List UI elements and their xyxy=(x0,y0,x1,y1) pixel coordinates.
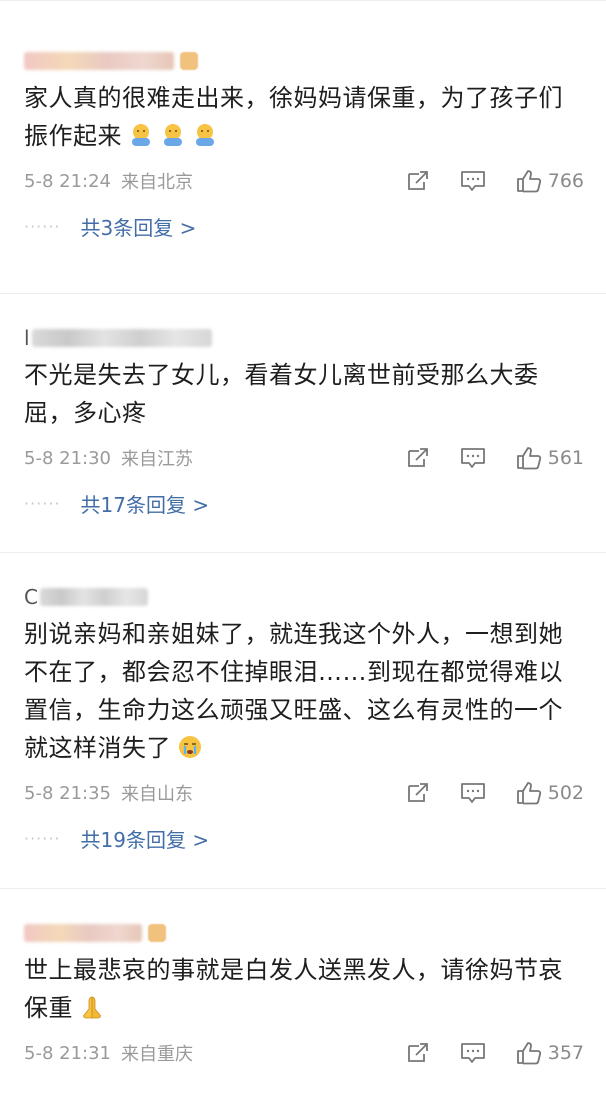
comment-meta: 5-8 21:35 来自山东 502 xyxy=(24,775,584,811)
thumbs-up-icon xyxy=(516,782,541,805)
reply-button[interactable] xyxy=(460,1041,486,1065)
dots-divider: ······ xyxy=(24,216,61,236)
dots-divider: ······ xyxy=(24,493,61,513)
reply-button[interactable] xyxy=(460,446,486,470)
comment-item: l 不光是失去了女儿，看着女儿离世前受那么大委屈，多心疼 5-8 21:30 来… xyxy=(0,324,606,553)
comment-icon xyxy=(460,1043,485,1063)
comment-time: 5-8 21:31 xyxy=(24,1042,111,1064)
reply-button[interactable] xyxy=(460,781,486,805)
comment-item: 家人真的很难走出来，徐妈妈请保重，为了孩子们振作起来 5-8 21:24 来自北… xyxy=(0,47,606,294)
blurred-username xyxy=(31,329,212,347)
username-initial: l xyxy=(24,326,30,350)
comment-text-content: 不光是失去了女儿，看着女儿离世前受那么大委屈，多心疼 xyxy=(24,361,539,427)
like-count: 766 xyxy=(547,170,584,192)
comment-meta: 5-8 21:31 来自重庆 357 xyxy=(24,1035,584,1071)
user-badge-icon xyxy=(148,924,166,942)
share-button[interactable] xyxy=(406,1042,430,1064)
comment-text: 家人真的很难走出来，徐妈妈请保重，为了孩子们振作起来 xyxy=(24,79,584,155)
share-icon xyxy=(407,448,428,467)
comment-location: 来自北京 xyxy=(121,172,193,193)
like-button[interactable]: 357 xyxy=(516,1041,584,1065)
comment-text-content: 家人真的很难走出来，徐妈妈请保重，为了孩子们振作起来 xyxy=(24,84,563,150)
like-button[interactable]: 561 xyxy=(516,446,584,470)
comment-time: 5-8 21:35 xyxy=(24,782,111,804)
username[interactable] xyxy=(24,47,584,75)
comment-icon xyxy=(460,448,485,468)
blurred-username xyxy=(24,924,142,942)
hug-emoji-icon xyxy=(196,124,214,146)
username-initial: C xyxy=(24,585,38,609)
share-icon xyxy=(407,1043,428,1062)
comment-location: 来自山东 xyxy=(121,784,193,805)
like-button[interactable]: 502 xyxy=(516,781,584,805)
comment-time: 5-8 21:24 xyxy=(24,170,111,192)
crying-emoji-icon xyxy=(179,736,201,758)
comment-actions: 561 xyxy=(376,446,584,470)
blurred-username xyxy=(24,52,174,70)
view-replies[interactable]: ······ 共3条回复 > xyxy=(24,203,584,249)
pray-emoji-icon xyxy=(83,996,101,1019)
comment-location: 来自江苏 xyxy=(121,449,193,470)
comment-icon xyxy=(460,783,485,803)
comment-text: 别说亲妈和亲姐妹了，就连我这个外人，一想到她不在了，都会忍不住掉眼泪……到现在都… xyxy=(24,615,584,767)
comment-actions: 766 xyxy=(376,169,584,193)
reply-button[interactable] xyxy=(460,169,486,193)
like-button[interactable]: 766 xyxy=(516,169,584,193)
comment-actions: 357 xyxy=(376,1041,584,1065)
comment-item: 世上最悲哀的事就是白发人送黑发人，请徐妈节哀保重 5-8 21:31 来自重庆 … xyxy=(0,919,606,1104)
share-button[interactable] xyxy=(406,447,430,469)
comment-meta: 5-8 21:30 来自江苏 561 xyxy=(24,440,584,476)
view-replies-link[interactable]: 共3条回复 > xyxy=(81,212,197,241)
view-replies[interactable]: ······ 共19条回复 > xyxy=(24,815,584,861)
comment-time: 5-8 21:30 xyxy=(24,447,111,469)
share-icon xyxy=(407,171,428,190)
blurred-username xyxy=(39,588,148,606)
view-replies-link[interactable]: 共17条回复 > xyxy=(81,489,210,518)
comment-actions: 502 xyxy=(376,781,584,805)
comment-text: 世上最悲哀的事就是白发人送黑发人，请徐妈节哀保重 xyxy=(24,951,584,1027)
view-replies-link[interactable]: 共19条回复 > xyxy=(81,824,210,853)
comment-meta: 5-8 21:24 来自北京 766 xyxy=(24,163,584,199)
like-count: 502 xyxy=(547,782,584,804)
share-icon xyxy=(407,783,428,802)
like-count: 357 xyxy=(547,1042,584,1064)
share-button[interactable] xyxy=(406,170,430,192)
hug-emoji-icon xyxy=(132,124,150,146)
comment-item: C 别说亲妈和亲姐妹了，就连我这个外人，一想到她不在了，都会忍不住掉眼泪……到现… xyxy=(0,583,606,889)
comment-icon xyxy=(460,171,485,191)
thumbs-up-icon xyxy=(516,170,541,193)
comment-text-content: 别说亲妈和亲姐妹了，就连我这个外人，一想到她不在了，都会忍不住掉眼泪……到现在都… xyxy=(24,620,563,762)
username[interactable]: C xyxy=(24,583,584,611)
username[interactable]: l xyxy=(24,324,584,352)
dots-divider: ······ xyxy=(24,828,61,848)
share-button[interactable] xyxy=(406,782,430,804)
top-divider xyxy=(0,0,606,15)
thumbs-up-icon xyxy=(516,1042,541,1065)
username[interactable] xyxy=(24,919,584,947)
like-count: 561 xyxy=(547,447,584,469)
hug-emoji-icon xyxy=(164,124,182,146)
comment-text: 不光是失去了女儿，看着女儿离世前受那么大委屈，多心疼 xyxy=(24,356,584,432)
view-replies[interactable]: ······ 共17条回复 > xyxy=(24,480,584,526)
comment-location: 来自重庆 xyxy=(121,1044,193,1065)
thumbs-up-icon xyxy=(516,447,541,470)
user-badge-icon xyxy=(180,52,198,70)
